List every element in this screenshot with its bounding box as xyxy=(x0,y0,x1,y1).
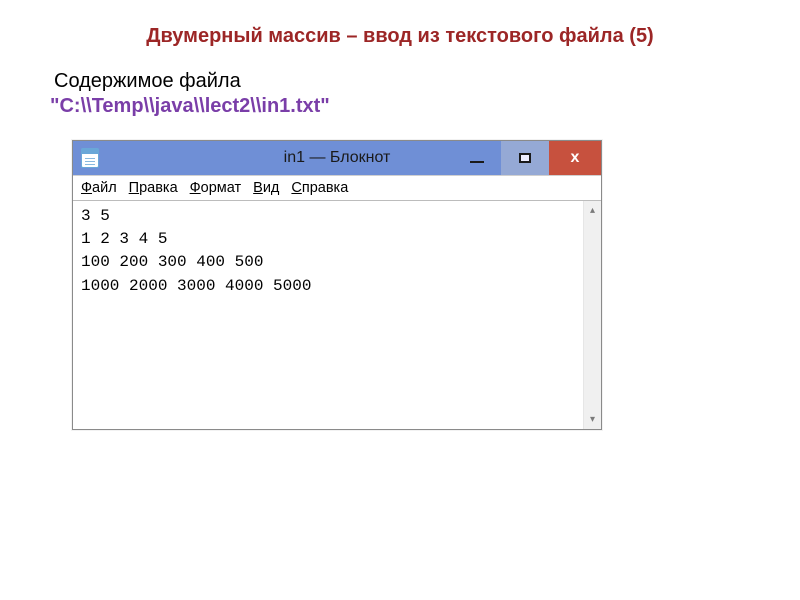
scroll-down-icon: ▾ xyxy=(590,414,595,425)
text-content[interactable]: 3 5 1 2 3 4 5 100 200 300 400 500 1000 2… xyxy=(73,201,583,429)
menu-edit[interactable]: Правка xyxy=(129,180,178,196)
window-titlebar: in1 — Блокнот x xyxy=(73,141,601,175)
menu-format[interactable]: Формат xyxy=(190,180,242,196)
menu-bar: Файл Правка Формат Вид Справка xyxy=(73,175,601,201)
minimize-button[interactable] xyxy=(453,141,501,175)
vertical-scrollbar[interactable]: ▴ ▾ xyxy=(583,201,601,429)
window-controls: x xyxy=(453,141,601,175)
menu-help[interactable]: Справка xyxy=(291,180,348,196)
close-icon: x xyxy=(571,149,580,167)
minimize-icon xyxy=(470,161,484,163)
intro-text: Содержимое файла xyxy=(54,70,750,93)
maximize-button[interactable] xyxy=(501,141,549,175)
menu-view[interactable]: Вид xyxy=(253,180,279,196)
titlebar-left xyxy=(73,141,99,175)
slide: Двумерный массив – ввод из текстового фа… xyxy=(0,0,800,430)
window-title: in1 — Блокнот xyxy=(284,149,391,167)
slide-title: Двумерный массив – ввод из текстового фа… xyxy=(50,25,750,48)
menu-file[interactable]: Файл xyxy=(81,180,117,196)
maximize-icon xyxy=(519,153,531,163)
editor-area: 3 5 1 2 3 4 5 100 200 300 400 500 1000 2… xyxy=(73,201,601,429)
file-path: "C:\\Temp\\java\\lect2\\in1.txt" xyxy=(50,95,750,118)
close-button[interactable]: x xyxy=(549,141,601,175)
notepad-window: in1 — Блокнот x Файл Правка Формат Вид С… xyxy=(72,140,602,430)
scroll-up-icon: ▴ xyxy=(590,205,595,216)
notepad-icon xyxy=(81,148,99,168)
